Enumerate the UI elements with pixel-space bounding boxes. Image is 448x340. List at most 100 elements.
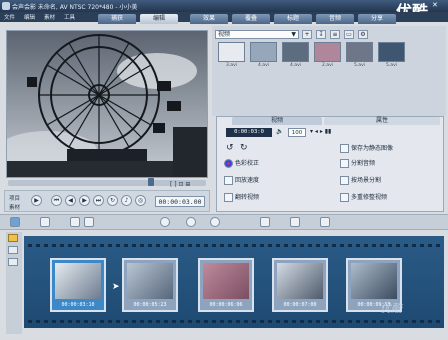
- film-perforation: [340, 244, 344, 247]
- preview-window[interactable]: [0, 30, 208, 178]
- prev-frame-icon[interactable]: ◀: [65, 195, 76, 206]
- rotate-right-icon[interactable]: ↻: [240, 143, 248, 153]
- menu-tools[interactable]: 工具: [64, 13, 75, 21]
- multi-trim-option[interactable]: 多重修整视频: [340, 192, 387, 202]
- tab-effects[interactable]: 效果: [190, 14, 228, 24]
- mix-icon[interactable]: [186, 217, 196, 227]
- tab-overlay[interactable]: 覆叠: [232, 14, 270, 24]
- scrubber-handle[interactable]: [148, 178, 154, 186]
- reverse-video-option[interactable]: 翻转视频: [224, 192, 259, 202]
- library-thumb[interactable]: [346, 42, 373, 62]
- film-perforation: [68, 320, 72, 323]
- film-perforation: [292, 244, 296, 247]
- tab-audio[interactable]: 音频: [316, 14, 354, 24]
- film-perforation: [116, 244, 120, 247]
- film-perforation: [60, 320, 64, 323]
- library-thumb-caption: 4.avi: [290, 63, 301, 68]
- zoom-out-icon[interactable]: [260, 217, 270, 227]
- save-still-option[interactable]: 保存为静态图像: [340, 143, 393, 153]
- library-thumb[interactable]: [250, 42, 277, 62]
- film-perforation: [340, 320, 344, 323]
- clip-thumbnail: [277, 263, 323, 299]
- trim-markers[interactable]: [ ] ⊡ ⊞: [170, 181, 190, 188]
- storyboard-clip[interactable]: 00:00:06:06: [198, 258, 254, 312]
- volume-icon[interactable]: ♪: [121, 195, 132, 206]
- menu-clip[interactable]: 素材: [44, 13, 55, 21]
- fit-icon[interactable]: [320, 217, 330, 227]
- mode-project-label[interactable]: 项目: [9, 194, 20, 202]
- folder-icon[interactable]: ▭: [344, 30, 354, 39]
- mode-clip-label[interactable]: 素材: [9, 203, 20, 211]
- split-audio-option[interactable]: 分割音频: [340, 158, 375, 168]
- tab-share[interactable]: 分享: [358, 14, 396, 24]
- playback-speed-label: 回放速度: [235, 177, 260, 184]
- film-perforation: [412, 244, 416, 247]
- film-perforation: [356, 244, 360, 247]
- rotate-left-icon[interactable]: ↺: [226, 143, 234, 153]
- home-icon[interactable]: ⏮: [51, 195, 62, 206]
- options-icon[interactable]: ⚙: [358, 30, 368, 39]
- tab-edit[interactable]: 编辑: [140, 14, 178, 24]
- film-perforation: [132, 244, 136, 247]
- film-perforation: [140, 244, 144, 247]
- library-category-value: 视频: [218, 31, 231, 38]
- tab-capture[interactable]: 捕获: [98, 14, 136, 24]
- title-bar: 会声会影 未命名, AV NTSC 720*480 - 小小美 优酷 ✕: [0, 0, 448, 21]
- film-perforation: [172, 244, 176, 247]
- record-icon[interactable]: [160, 217, 170, 227]
- volume-level-icon[interactable]: ▾ ◂ ▸ ▮▮: [310, 128, 331, 135]
- storyboard-clip[interactable]: 00:00:03:10: [50, 258, 106, 312]
- film-perforation: [156, 244, 160, 247]
- timecode-display[interactable]: 00:00:03.00: [155, 196, 205, 207]
- speed-icon: [224, 176, 233, 185]
- film-perforation: [60, 244, 64, 247]
- film-perforation: [252, 320, 256, 323]
- film-perforation: [348, 244, 352, 247]
- film-perforation: [420, 320, 424, 323]
- storyboard-clip[interactable]: 00:00:05:23: [122, 258, 178, 312]
- library-thumb[interactable]: [378, 42, 405, 62]
- zoom-in-icon[interactable]: [290, 217, 300, 227]
- library-thumb-caption: 4.avi: [258, 63, 269, 68]
- film-perforation: [308, 244, 312, 247]
- playback-speed-option[interactable]: 回放速度: [224, 175, 259, 185]
- close-icon[interactable]: ✕: [432, 1, 438, 9]
- film-perforation: [268, 320, 272, 323]
- tab-video[interactable]: 视频: [232, 117, 322, 125]
- track-icon[interactable]: [8, 246, 18, 254]
- menu-edit[interactable]: 编辑: [24, 13, 35, 21]
- color-correction-option[interactable]: 色彩校正: [224, 158, 259, 168]
- tab-title[interactable]: 标题: [274, 14, 312, 24]
- menu-file[interactable]: 文件: [4, 13, 15, 21]
- film-perforation: [100, 244, 104, 247]
- redo-icon[interactable]: [84, 217, 94, 227]
- jog-icon[interactable]: ◎: [135, 195, 146, 206]
- tab-attributes[interactable]: 属性: [324, 117, 440, 125]
- next-frame-icon[interactable]: ▶: [79, 195, 90, 206]
- clip-duration: 00:00:03:10: [61, 302, 95, 308]
- film-perforation: [68, 244, 72, 247]
- library-thumb[interactable]: [314, 42, 341, 62]
- sort-icon[interactable]: ≡: [330, 30, 340, 39]
- color-wheel-icon: [224, 159, 233, 168]
- play-icon[interactable]: ▶: [31, 195, 42, 206]
- volume-field[interactable]: 100: [288, 128, 306, 137]
- film-perforation: [92, 320, 96, 323]
- import-icon[interactable]: ↧: [316, 30, 326, 39]
- film-perforation: [204, 320, 208, 323]
- auto-music-icon[interactable]: [210, 217, 220, 227]
- end-icon[interactable]: ⏭: [93, 195, 104, 206]
- timeline-view-icon[interactable]: [40, 217, 50, 227]
- library-thumb[interactable]: [282, 42, 309, 62]
- library-category-dropdown[interactable]: 视频 ▼: [215, 30, 299, 39]
- track-icon[interactable]: [8, 258, 18, 266]
- undo-icon[interactable]: [70, 217, 80, 227]
- storyboard-clip[interactable]: 00:00:07:00: [272, 258, 328, 312]
- library-thumb[interactable]: [218, 42, 245, 62]
- storyboard-view-icon[interactable]: [10, 217, 20, 227]
- add-media-icon[interactable]: +: [302, 30, 312, 39]
- split-by-scene-option[interactable]: 按场景分割: [340, 175, 381, 185]
- folder-icon[interactable]: [8, 234, 18, 242]
- repeat-icon[interactable]: ↻: [107, 195, 118, 206]
- duration-field[interactable]: 0:00:03:0: [226, 128, 272, 137]
